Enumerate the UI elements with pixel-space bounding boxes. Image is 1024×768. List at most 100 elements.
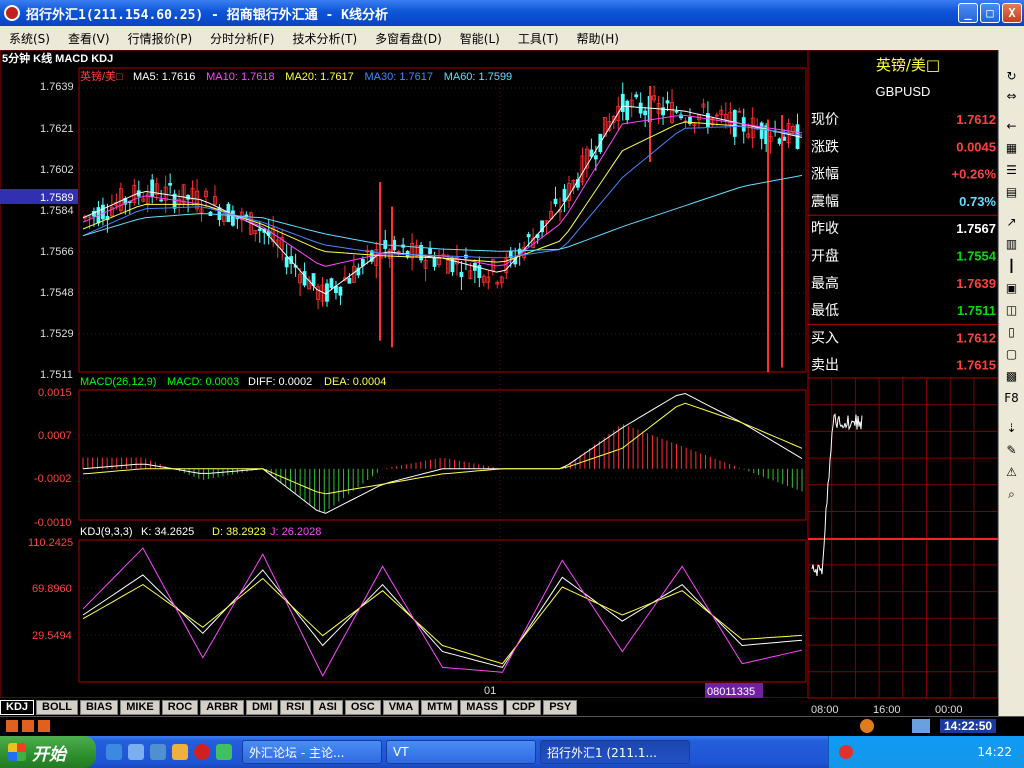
window-icon[interactable]: ▣ [1003, 280, 1020, 297]
status-icons [6, 720, 50, 732]
menu-quotes[interactable]: 行情报价(P) [119, 30, 202, 47]
macd-tick: -0.0002 [34, 473, 71, 485]
candle [553, 198, 558, 205]
zoom-icon[interactable]: ⌕ [1003, 486, 1020, 503]
quote-label: 买入 [811, 330, 839, 346]
tab-mass[interactable]: MASS [460, 699, 504, 715]
kline-chart-area[interactable]: 5分钟 K线 MACD KDJ 英镑/美□ MA5: 1.7616 MA10: 1… [0, 50, 1024, 716]
task-forum[interactable]: 外汇论坛 - 主论... [242, 740, 382, 764]
candle [526, 234, 531, 238]
tab-mtm[interactable]: MTM [421, 699, 459, 715]
price-tick: 1.7621 [40, 123, 74, 135]
start-button[interactable]: 开始 [0, 736, 96, 768]
macd-label: MACD(26,12,9) [80, 376, 156, 388]
menu-timeshare[interactable]: 分时分析(F) [201, 30, 283, 47]
alarm-icon[interactable] [860, 719, 874, 733]
candle [159, 199, 164, 202]
cmb-icon[interactable] [194, 744, 210, 760]
macd-diff: DIFF: 0.0002 [248, 376, 312, 388]
panel-icon[interactable]: ▢ [1003, 346, 1020, 363]
chart-window-icon[interactable]: ◫ [1003, 302, 1020, 319]
connect-icon[interactable]: ⇔ [1003, 88, 1020, 105]
status-icon[interactable] [6, 720, 18, 732]
price-tick: 1.7639 [40, 81, 74, 93]
desktop-icon[interactable] [128, 744, 144, 760]
ma-lines [82, 105, 803, 295]
tab-mike[interactable]: MIKE [120, 699, 160, 715]
macd-dea: DEA: 0.0004 [324, 376, 386, 388]
app-shortcut-icon[interactable] [216, 744, 232, 760]
menu-technical[interactable]: 技术分析(T) [283, 30, 366, 47]
window-title: 招行外汇1(211.154.60.25) - 招商银行外汇通 - K线分析 [26, 7, 389, 23]
ma-legend-item: MA60: 1.7599 [444, 71, 513, 83]
tab-bias[interactable]: BIAS [79, 699, 119, 715]
system-tray: 14:22 [828, 736, 1024, 768]
grid-icon[interactable]: ▦ [1003, 140, 1020, 157]
task-label: VT [393, 745, 409, 759]
quote-label: 最高 [811, 275, 839, 292]
status-icon[interactable] [22, 720, 34, 732]
maximize-button[interactable]: □ [980, 3, 1000, 23]
tab-vma[interactable]: VMA [382, 699, 420, 715]
bar-chart-icon[interactable]: ▥ [1003, 236, 1020, 253]
refresh-icon[interactable]: ↻ [1003, 68, 1020, 85]
table-icon[interactable]: ▤ [1003, 184, 1020, 201]
task-vt[interactable]: VT [386, 740, 536, 764]
quote-label: 卖出 [811, 358, 839, 374]
network-icon[interactable] [912, 719, 930, 733]
clock: 14:22 [977, 745, 1012, 759]
ie-icon[interactable] [106, 744, 122, 760]
back-arrow-icon[interactable]: ← [1003, 118, 1020, 135]
close-button[interactable]: X [1002, 3, 1022, 23]
f8-icon[interactable]: F8 [1003, 390, 1020, 407]
ma-line [82, 105, 803, 295]
tab-osc[interactable]: OSC [344, 699, 381, 715]
folder-icon[interactable] [172, 744, 188, 760]
status-icon[interactable] [38, 720, 50, 732]
candle [168, 183, 173, 186]
download-icon[interactable]: ⇣ [1003, 420, 1020, 437]
candle [338, 286, 343, 296]
menu-help[interactable]: 帮助(H) [568, 30, 628, 47]
price-tick: 1.7584 [40, 205, 74, 217]
tab-roc[interactable]: ROC [161, 699, 199, 715]
tab-asi[interactable]: ASI [312, 699, 343, 715]
tab-kdj[interactable]: KDJ [0, 699, 35, 715]
kline-icon[interactable]: ┃ [1003, 258, 1020, 275]
macd-axis: 0.0015 0.0007 -0.0002 -0.0010 [34, 387, 72, 529]
task-label: 外汇论坛 - 主论... [249, 745, 345, 760]
tab-boll[interactable]: BOLL [36, 699, 78, 715]
menu-multiwindow[interactable]: 多窗看盘(D) [366, 30, 451, 47]
quote-code: GBPUSD [876, 84, 931, 99]
candle [634, 94, 639, 98]
menu-system[interactable]: 系统(S) [0, 30, 59, 47]
menu-smart[interactable]: 智能(L) [451, 30, 509, 47]
menu-view[interactable]: 查看(V) [59, 30, 119, 47]
task-cmb-forex[interactable]: 招行外汇1 (211.1... [540, 740, 690, 764]
time-label: 00:00 [935, 704, 963, 716]
pencil-icon[interactable]: ✎ [1003, 442, 1020, 459]
tab-rsi[interactable]: RSI [280, 699, 311, 715]
tab-cdp[interactable]: CDP [505, 699, 542, 715]
warning-icon[interactable]: ⚠ [1003, 464, 1020, 481]
media-icon[interactable] [150, 744, 166, 760]
kdj-k: K: 34.2625 [141, 526, 194, 538]
list-icon[interactable]: ☰ [1003, 162, 1020, 179]
candle [593, 155, 598, 160]
line-chart-icon[interactable]: ↗ [1003, 214, 1020, 231]
columns-icon[interactable]: ▯ [1003, 324, 1020, 341]
app-icon[interactable] [4, 5, 20, 21]
menu-tools[interactable]: 工具(T) [509, 30, 568, 47]
ma-legend-item: MA5: 1.7616 [133, 71, 195, 83]
symbol-label: 英镑/美□ [80, 69, 123, 83]
tray-icon[interactable] [839, 745, 853, 759]
price-axis: 1.7639 1.7621 1.7602 1.7584 1.7566 1.754… [0, 81, 78, 381]
tab-psy[interactable]: PSY [543, 699, 578, 715]
taskbar: 开始 外汇论坛 - 主论... VT 招行外汇1 (211.1... 14:22 [0, 736, 1024, 768]
price-tick: 1.7548 [40, 287, 74, 299]
blocks-icon[interactable]: ▩ [1003, 368, 1020, 385]
quote-label: 涨跌 [811, 139, 839, 155]
minimize-button[interactable]: _ [958, 3, 978, 23]
tab-arbr[interactable]: ARBR [200, 699, 244, 715]
tab-dmi[interactable]: DMI [245, 699, 279, 715]
